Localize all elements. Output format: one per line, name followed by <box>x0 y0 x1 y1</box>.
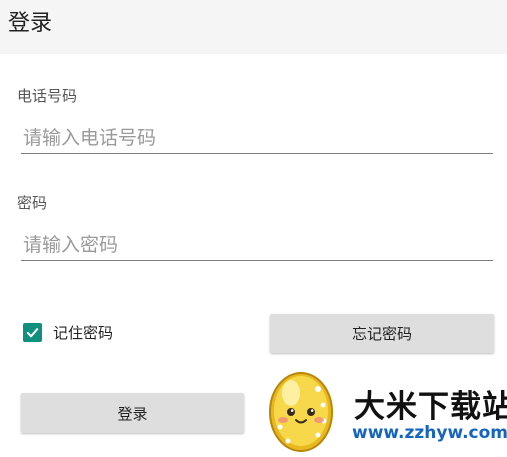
phone-label: 电话号码 <box>17 87 78 105</box>
phone-input[interactable] <box>21 122 493 154</box>
app-bar: 登录 <box>0 0 507 54</box>
egg-mascot-icon <box>269 372 333 452</box>
watermark: 大米下载站 www.zzhyw.com <box>262 363 507 457</box>
forgot-password-button[interactable]: 忘记密码 <box>270 314 494 353</box>
page-title: 登录 <box>8 11 53 36</box>
remember-password[interactable]: 记住密码 <box>23 320 113 344</box>
remember-label: 记住密码 <box>53 323 114 342</box>
remember-checkbox[interactable] <box>23 322 42 342</box>
watermark-url: www.zzhyw.com <box>352 423 507 443</box>
password-label: 密码 <box>17 194 48 212</box>
watermark-brand: 大米下载站 <box>354 389 507 425</box>
password-input[interactable] <box>21 229 493 261</box>
checkmark-icon <box>26 327 39 337</box>
login-button[interactable]: 登录 <box>21 393 244 433</box>
